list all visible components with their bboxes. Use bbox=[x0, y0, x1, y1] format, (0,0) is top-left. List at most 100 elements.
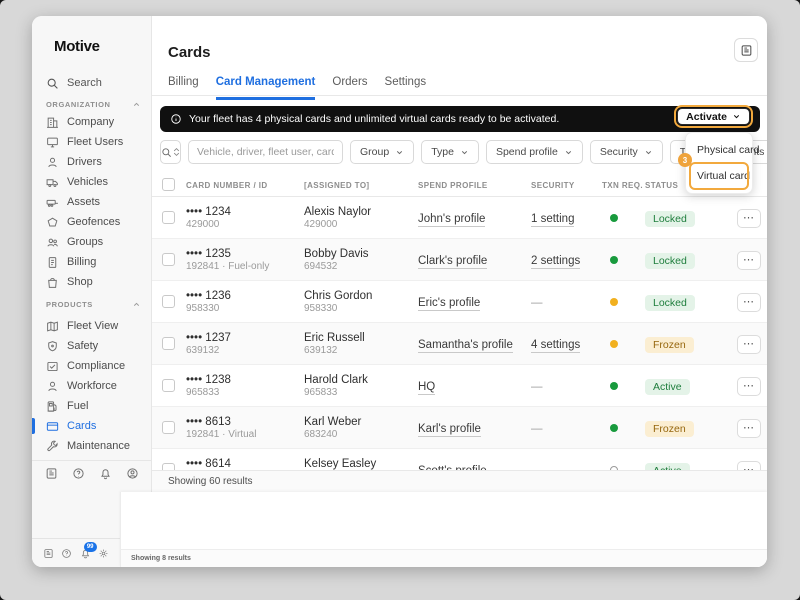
spend-profile[interactable]: Samantha's profile bbox=[418, 338, 513, 353]
sidebar-item-groups[interactable]: Groups bbox=[32, 232, 152, 252]
assigned-to-link[interactable]: Harold Clark bbox=[304, 373, 418, 387]
help-icon[interactable] bbox=[61, 548, 72, 559]
security-settings[interactable]: 1 setting bbox=[531, 212, 575, 227]
spend-profile[interactable]: HQ bbox=[418, 380, 436, 395]
row-checkbox[interactable] bbox=[162, 295, 175, 308]
search-mode-toggle[interactable] bbox=[160, 140, 181, 164]
card-panel-button[interactable] bbox=[734, 38, 758, 62]
sidebar-item-workforce[interactable]: Workforce bbox=[32, 376, 152, 396]
help-icon[interactable] bbox=[72, 467, 85, 480]
truck-icon bbox=[46, 178, 58, 187]
card-icon bbox=[46, 421, 59, 431]
sidebar-item-company[interactable]: Company bbox=[32, 112, 152, 132]
sidebar-search[interactable]: Search bbox=[46, 75, 102, 91]
spend-profile[interactable]: Eric's profile bbox=[418, 296, 481, 311]
spend-profile-filter-label: Spend profile bbox=[495, 146, 558, 158]
sidebar-item-vehicles[interactable]: Vehicles bbox=[32, 172, 152, 192]
activate-dropdown-menu: Physical card Virtual card bbox=[685, 132, 759, 194]
section-label: ORGANIZATION bbox=[46, 100, 111, 109]
row-checkbox[interactable] bbox=[162, 211, 175, 224]
settings-icon[interactable] bbox=[98, 548, 109, 559]
assigned-to-link[interactable]: Kelsey Easley bbox=[304, 457, 418, 471]
organization-nav: Company Fleet Users Drivers Vehicles Ass… bbox=[32, 112, 152, 292]
row-checkbox[interactable] bbox=[162, 379, 175, 392]
sidebar-item-fleet-users[interactable]: Fleet Users bbox=[32, 132, 152, 152]
tab-settings[interactable]: Settings bbox=[385, 76, 427, 100]
card-id: 965833 bbox=[186, 386, 220, 398]
select-all-checkbox[interactable] bbox=[162, 177, 175, 191]
menu-item-physical-card[interactable]: Physical card bbox=[690, 137, 759, 163]
activate-button[interactable]: Activate bbox=[674, 105, 753, 128]
row-actions-button[interactable]: ⋯ bbox=[737, 208, 761, 228]
row-actions-button[interactable]: ⋯ bbox=[737, 292, 761, 312]
notifications-icon[interactable] bbox=[99, 467, 112, 480]
spend-profile[interactable]: Clark's profile bbox=[418, 254, 488, 269]
status-badge: Locked bbox=[645, 252, 695, 269]
row-actions-button[interactable]: ⋯ bbox=[737, 334, 761, 354]
col-txn-req: TXN REQ. bbox=[602, 180, 643, 190]
row-checkbox[interactable] bbox=[162, 421, 175, 434]
chevron-down-icon bbox=[565, 150, 572, 154]
status-badge: Locked bbox=[645, 294, 695, 311]
menu-item-virtual-card[interactable]: Virtual card bbox=[689, 162, 750, 190]
tab-orders[interactable]: Orders bbox=[332, 76, 367, 100]
desktop-background: Motive Search ORGANIZATION Company Fleet… bbox=[0, 0, 800, 600]
tab-card-management[interactable]: Card Management bbox=[215, 76, 316, 100]
col-assigned-to: [ASSIGNED TO] bbox=[304, 180, 370, 190]
row-checkbox[interactable] bbox=[162, 463, 175, 470]
chevron-down-icon bbox=[645, 150, 651, 154]
referral-card-icon[interactable] bbox=[45, 467, 58, 480]
sidebar-item-shop[interactable]: Shop bbox=[32, 272, 152, 292]
security-settings: — bbox=[531, 296, 543, 309]
notifications-bell[interactable]: 99 bbox=[80, 541, 97, 559]
banner-text: Your fleet has 4 physical cards and unli… bbox=[189, 113, 560, 125]
sidebar-item-label: Cards bbox=[67, 420, 97, 432]
status-badge: Active bbox=[645, 378, 690, 395]
row-actions-button[interactable]: ⋯ bbox=[737, 460, 761, 470]
security-settings: — bbox=[531, 380, 543, 393]
bottom-panel: Showing 8 results bbox=[120, 492, 767, 567]
chevron-up-icon[interactable] bbox=[132, 300, 141, 309]
assigned-to-link[interactable]: Eric Russell bbox=[304, 331, 418, 345]
card-number: •••• 1235 bbox=[186, 247, 231, 260]
support-icon[interactable] bbox=[126, 467, 139, 480]
status-badge: Locked bbox=[645, 210, 695, 227]
security-settings[interactable]: 2 settings bbox=[531, 254, 581, 269]
sidebar-item-assets[interactable]: Assets bbox=[32, 192, 152, 212]
sidebar-item-fuel[interactable]: Fuel bbox=[32, 396, 152, 416]
group-filter[interactable]: Group bbox=[350, 140, 415, 164]
spend-profile[interactable]: Karl's profile bbox=[418, 422, 481, 437]
sidebar-item-label: Fuel bbox=[67, 400, 89, 412]
status-badge: Active bbox=[645, 462, 690, 470]
section-products: PRODUCTS bbox=[46, 300, 141, 309]
sidebar-item-maintenance[interactable]: Maintenance bbox=[32, 436, 152, 456]
referral-card-icon[interactable] bbox=[43, 548, 54, 559]
tab-billing[interactable]: Billing bbox=[168, 76, 199, 100]
sidebar-item-compliance[interactable]: Compliance bbox=[32, 356, 152, 376]
row-actions-button[interactable]: ⋯ bbox=[737, 418, 761, 438]
assigned-to-link[interactable]: Chris Gordon bbox=[304, 289, 418, 303]
security-settings[interactable]: 4 settings bbox=[531, 338, 581, 353]
shield-icon bbox=[48, 340, 57, 351]
type-filter[interactable]: Type bbox=[421, 140, 479, 164]
spend-profile[interactable]: John's profile bbox=[418, 212, 486, 227]
row-actions-button[interactable]: ⋯ bbox=[737, 250, 761, 270]
status-badge: Frozen bbox=[645, 420, 694, 437]
row-checkbox[interactable] bbox=[162, 253, 175, 266]
sidebar-item-drivers[interactable]: Drivers bbox=[32, 152, 152, 172]
row-actions-button[interactable]: ⋯ bbox=[737, 376, 761, 396]
results-count: Showing 60 results bbox=[168, 476, 253, 487]
sidebar-item-geofences[interactable]: Geofences bbox=[32, 212, 152, 232]
assigned-to-link[interactable]: Alexis Naylor bbox=[304, 205, 418, 219]
sidebar-item-safety[interactable]: Safety bbox=[32, 336, 152, 356]
assigned-to-link[interactable]: Karl Weber bbox=[304, 415, 418, 429]
sidebar-item-cards[interactable]: Cards bbox=[32, 416, 152, 436]
search-input[interactable] bbox=[188, 140, 343, 164]
sidebar-item-fleet-view[interactable]: Fleet View bbox=[32, 316, 152, 336]
row-checkbox[interactable] bbox=[162, 337, 175, 350]
chevron-up-icon[interactable] bbox=[132, 100, 141, 109]
spend-profile-filter[interactable]: Spend profile bbox=[485, 140, 583, 164]
security-filter[interactable]: Security bbox=[589, 140, 663, 164]
assigned-to-link[interactable]: Bobby Davis bbox=[304, 247, 418, 261]
sidebar-item-billing[interactable]: Billing bbox=[32, 252, 152, 272]
